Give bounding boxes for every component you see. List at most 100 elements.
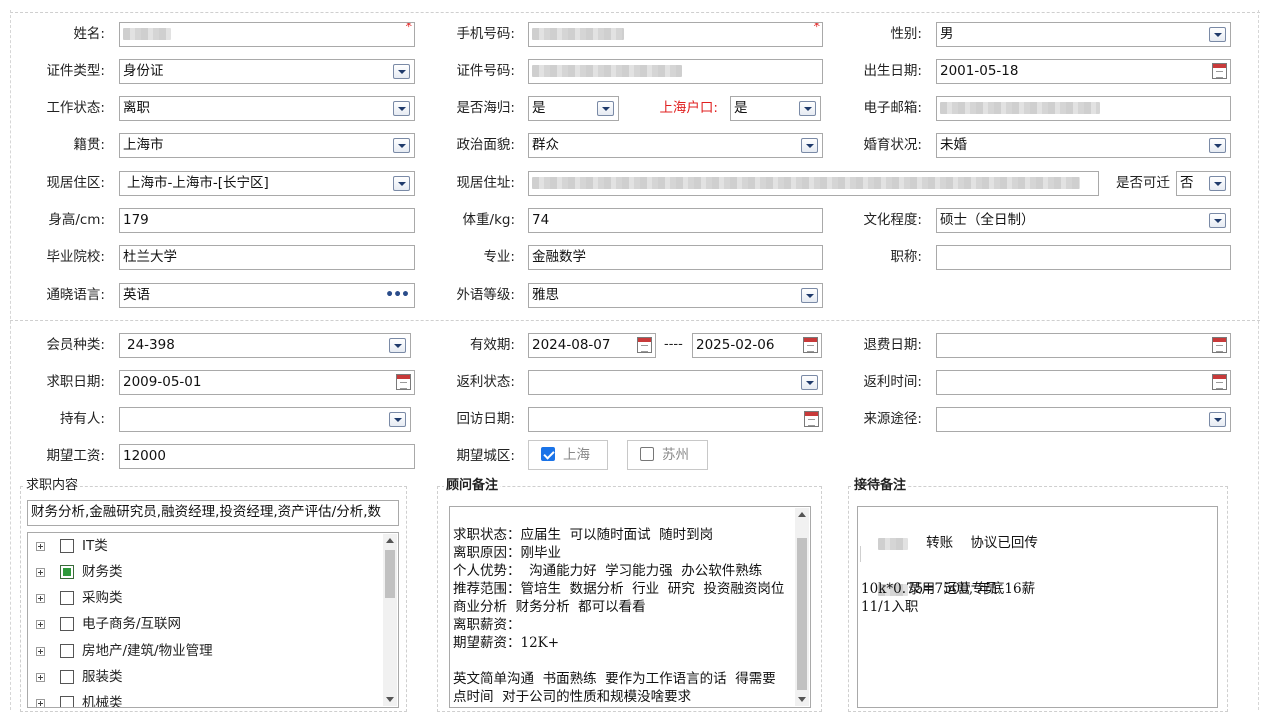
tree-scrollbar[interactable] (383, 534, 397, 706)
chevron-down-icon[interactable] (1209, 27, 1226, 42)
scroll-thumb[interactable] (797, 538, 807, 690)
chevron-down-icon[interactable] (393, 138, 410, 153)
lang-level-select[interactable]: 雅思 (528, 283, 823, 308)
job-content-selected[interactable]: 财务分析,金融研究员,融资经理,投资经理,资产评估/分析,数 (27, 500, 399, 526)
source-select[interactable] (936, 407, 1231, 432)
chevron-down-icon[interactable] (1209, 412, 1226, 427)
city-option-shanghai[interactable]: 上海 (528, 440, 608, 470)
checkbox-icon[interactable] (60, 644, 74, 658)
chevron-down-icon[interactable] (393, 64, 410, 79)
checkbox-icon[interactable] (640, 447, 654, 461)
expand-icon[interactable] (36, 620, 45, 629)
notes-scrollbar[interactable] (795, 508, 809, 706)
tree-node[interactable]: 机械类 (28, 693, 378, 707)
expand-icon[interactable] (36, 542, 45, 551)
work-status-select[interactable]: 离职 (119, 96, 415, 121)
calendar-icon[interactable] (637, 337, 652, 353)
name-field[interactable]: * (119, 22, 415, 47)
political-select[interactable]: 群众 (528, 133, 823, 158)
expand-icon[interactable] (36, 673, 45, 682)
salary-field[interactable]: 12000 (119, 444, 415, 469)
expand-icon[interactable] (36, 647, 45, 656)
note-line: 商业分析 财务分析 都可以看看 (453, 599, 646, 615)
rebate-time-field[interactable] (936, 370, 1231, 395)
languages-field[interactable]: 英语 ••• (119, 283, 415, 308)
reception-notes-textarea[interactable]: 转账 协议已回传 录用 运营专员 10k*0.75=7500, 年底16薪 11… (857, 506, 1218, 708)
title-field[interactable] (936, 245, 1231, 270)
scroll-up-icon[interactable] (386, 538, 394, 543)
chevron-down-icon[interactable] (801, 138, 818, 153)
id-number-field[interactable] (528, 59, 823, 84)
checkbox-icon[interactable] (60, 670, 74, 684)
checkbox-icon[interactable] (60, 617, 74, 631)
phone-field[interactable]: * (528, 22, 823, 47)
tree-node[interactable]: IT类 (28, 536, 378, 556)
job-category-tree[interactable]: IT类 财务类 采购类 电子商务/互联网 房地产/建筑/物业管理 服装类 机械类 (27, 532, 399, 708)
checkbox-checked-icon[interactable] (60, 565, 74, 579)
note-line: 推荐范围：管培生 数据分析 行业 研究 投资融资岗位 (453, 581, 785, 597)
height-field[interactable]: 179 (119, 208, 415, 233)
checkbox-icon[interactable] (60, 539, 74, 553)
visit-date-field[interactable] (528, 407, 823, 432)
chevron-down-icon[interactable] (1209, 176, 1226, 191)
chevron-down-icon[interactable] (389, 338, 406, 353)
tree-node[interactable]: 采购类 (28, 588, 378, 608)
id-type-select[interactable]: 身份证 (119, 59, 415, 84)
chevron-down-icon[interactable] (597, 101, 614, 116)
scroll-thumb[interactable] (385, 550, 395, 598)
valid-from-field[interactable]: 2024-08-07 (528, 333, 656, 358)
checkbox-icon[interactable] (60, 591, 74, 605)
expand-icon[interactable] (36, 699, 45, 707)
chevron-down-icon[interactable] (801, 288, 818, 303)
checkbox-checked-icon[interactable] (541, 447, 555, 461)
residence-area-select[interactable]: 上海市-上海市-[长宁区] (119, 171, 415, 196)
expand-icon[interactable] (36, 568, 45, 577)
checkbox-icon[interactable] (60, 696, 74, 707)
political-label: 政治面貌: (456, 137, 515, 153)
tree-node[interactable]: 电子商务/互联网 (28, 614, 378, 634)
chevron-down-icon[interactable] (389, 412, 406, 427)
calendar-icon[interactable] (803, 337, 818, 353)
calendar-icon[interactable] (396, 374, 411, 390)
tree-node[interactable]: 服装类 (28, 667, 378, 687)
consultant-notes-textarea[interactable]: 求职状态：应届生 可以随时面试 随时到岗 离职原因：刚毕业 个人优势： 沟通能力… (449, 506, 811, 708)
rebate-status-select[interactable] (528, 370, 823, 395)
chevron-down-icon[interactable] (1209, 213, 1226, 228)
marital-select[interactable]: 未婚 (936, 133, 1231, 158)
refund-date-field[interactable] (936, 333, 1231, 358)
chevron-down-icon[interactable] (1209, 138, 1226, 153)
relocate-select[interactable]: 否 (1176, 171, 1231, 196)
holder-select[interactable] (119, 407, 411, 432)
expand-icon[interactable] (36, 594, 45, 603)
email-field[interactable] (936, 96, 1231, 121)
calendar-icon[interactable] (804, 411, 819, 427)
job-date-field[interactable]: 2009-05-01 (119, 370, 415, 395)
calendar-icon[interactable] (1212, 374, 1227, 390)
education-select[interactable]: 硕士（全日制） (936, 208, 1231, 233)
birth-date-field[interactable]: 2001-05-18 (936, 59, 1231, 84)
scroll-down-icon[interactable] (386, 697, 394, 702)
chevron-down-icon[interactable] (393, 101, 410, 116)
scroll-down-icon[interactable] (798, 697, 806, 702)
native-place-select[interactable]: 上海市 (119, 133, 415, 158)
tree-node[interactable]: 财务类 (28, 562, 378, 582)
chevron-down-icon[interactable] (393, 176, 410, 191)
school-field[interactable]: 杜兰大学 (119, 245, 415, 270)
valid-to-field[interactable]: 2025-02-06 (692, 333, 822, 358)
shanghai-hukou-select[interactable]: 是 (730, 96, 821, 121)
tree-node[interactable]: 房地产/建筑/物业管理 (28, 641, 378, 661)
calendar-icon[interactable] (1212, 337, 1227, 353)
more-options-icon[interactable]: ••• (385, 284, 410, 307)
gender-select[interactable]: 男 (936, 22, 1231, 47)
major-field[interactable]: 金融数学 (528, 245, 823, 270)
returnee-select[interactable]: 是 (528, 96, 619, 121)
member-type-select[interactable]: 24-398 (119, 333, 411, 358)
city-option-suzhou[interactable]: 苏州 (627, 440, 708, 470)
chevron-down-icon[interactable] (801, 375, 818, 390)
holder-label: 持有人: (59, 411, 105, 427)
weight-field[interactable]: 74 (528, 208, 823, 233)
calendar-icon[interactable] (1212, 63, 1227, 79)
chevron-down-icon[interactable] (799, 101, 816, 116)
scroll-up-icon[interactable] (798, 512, 806, 517)
address-field[interactable] (528, 171, 1099, 196)
